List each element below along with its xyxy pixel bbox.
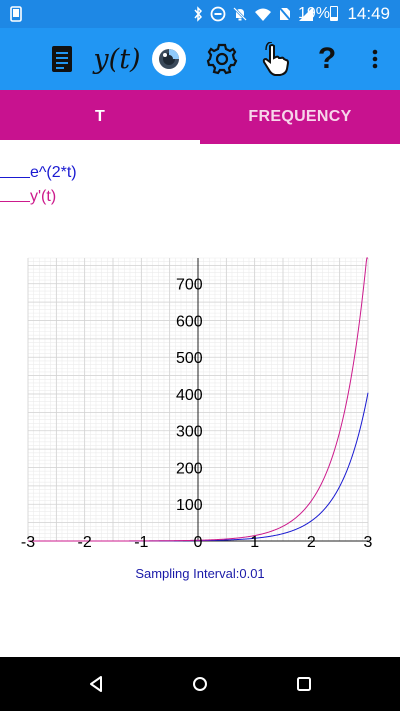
phone-outline-icon [10,6,22,22]
y-tick-label: 300 [176,424,203,441]
wifi-icon [255,8,271,21]
view-button[interactable] [150,40,188,78]
toolbar: y(t) ? [0,28,400,90]
back-icon [90,676,102,692]
y-tick-label: 600 [176,313,203,330]
y-tick-label: 500 [176,350,203,367]
legend-label-exp: e^(2*t) [30,164,77,181]
legend-item-derivative: y'(t) [0,184,56,206]
touch-button[interactable] [256,40,294,78]
yt-button[interactable]: y(t) [93,40,141,78]
x-tick-label: 0 [194,534,203,550]
recents-button[interactable] [290,670,318,698]
x-tick-label: 1 [250,534,259,550]
x-tick-label: -1 [134,534,148,550]
touch-icon [262,42,290,76]
legend-item-exp: e^(2*t) [0,160,77,182]
x-tick-label: -3 [21,534,35,550]
settings-button[interactable] [203,40,241,78]
notes-button[interactable] [43,40,81,78]
more-icon [372,49,378,69]
home-button[interactable] [186,670,214,698]
x-tick-label: 3 [364,534,373,550]
dnd-icon [210,6,226,22]
gear-icon [206,43,238,75]
plot-area[interactable]: -3 -2 -1 0 1 2 3 100 200 300 400 500 600 700 [0,250,400,550]
clock: 14:49 [347,4,390,23]
sampling-interval-text: Sampling Interval:0.01 [135,566,265,581]
notes-icon [52,46,72,72]
x-tick-label: 2 [307,534,316,550]
y-tick-label: 400 [176,387,203,404]
more-button[interactable] [356,40,394,78]
view-icon [152,42,186,76]
battery-icon [330,6,338,21]
no-sim-icon [278,6,292,22]
y-tick-label: 700 [176,277,203,294]
notifications-off-icon [233,7,247,21]
tab-t[interactable]: T [0,90,200,144]
tab-frequency[interactable]: FREQUENCY [200,90,400,144]
legend-line-exp [0,177,30,178]
tab-indicator [0,140,200,144]
help-label: ? [317,42,337,75]
help-button[interactable]: ? [308,40,346,78]
legend-line-derivative [0,201,30,202]
navigation-bar [0,657,400,711]
system-icons [192,5,314,23]
recents-icon [297,677,311,691]
legend-label-derivative: y'(t) [30,188,57,205]
yt-label: y(t) [93,43,141,75]
y-tick-label: 200 [176,460,203,477]
x-tick-label: -2 [78,534,92,550]
back-button[interactable] [82,670,110,698]
bluetooth-icon [194,6,203,22]
y-tick-label: 100 [176,497,203,514]
home-icon [193,677,207,691]
tab-bar: T FREQUENCY [0,90,400,144]
app-root: 19% 14:49 y(t) ? T FREQUENCY e^(2*t) y'(… [0,0,400,711]
status-bar: 19% 14:49 [0,0,400,28]
battery-percent: 19% [297,5,330,22]
